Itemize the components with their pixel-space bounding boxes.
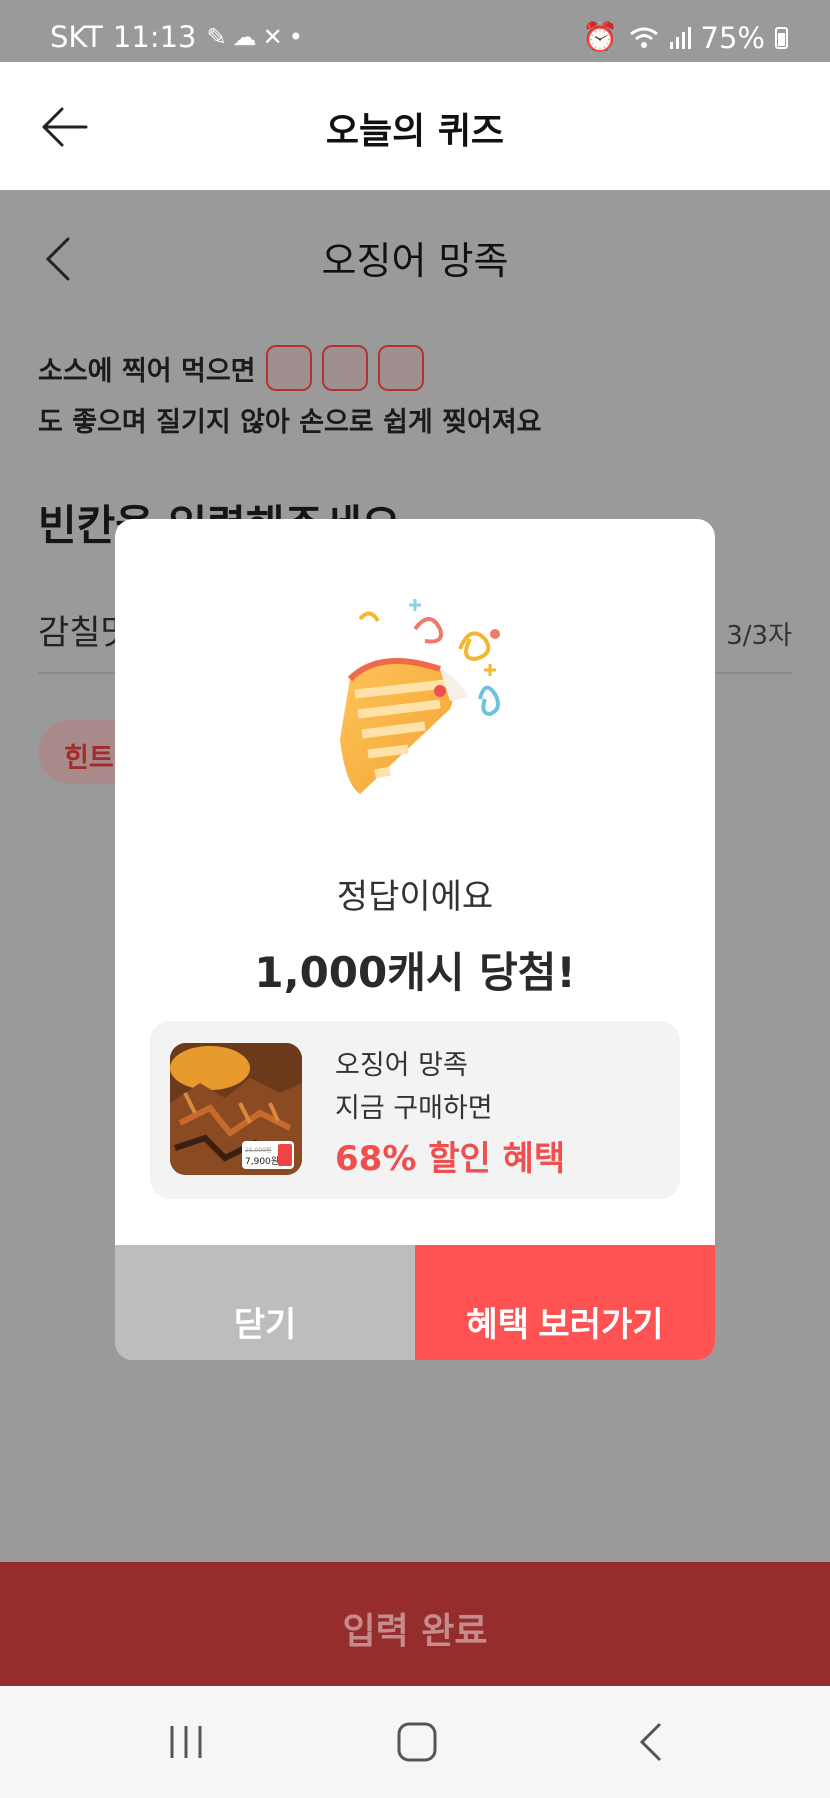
quiz-subheader: 오징어 망족: [0, 190, 830, 320]
question-text-1: 소스에 찍어 먹으면: [38, 355, 256, 387]
product-name: 오징어 망족: [335, 1050, 468, 1081]
status-right: ⏰ 75%: [582, 20, 788, 55]
app-header: 오늘의 퀴즈: [0, 62, 830, 190]
price-tag: 25,000원 7,900원: [242, 1141, 294, 1169]
blank-box-1: [265, 345, 312, 391]
close-button[interactable]: 닫기: [115, 1245, 415, 1360]
party-popper-icon: [340, 599, 501, 794]
status-left: SKT 11:13 ✎ ☁ ✕ •: [50, 20, 303, 54]
home-icon[interactable]: [395, 1720, 439, 1764]
chat-icon: ☁: [232, 23, 257, 51]
alarm-icon: ⏰: [582, 20, 619, 54]
submit-button[interactable]: 입력 완료: [0, 1562, 830, 1686]
blank-box-3: [377, 345, 424, 391]
signal-icon: [669, 26, 691, 49]
mute-icon: ✕: [262, 23, 283, 51]
sale-price: 7,900원: [245, 1157, 280, 1167]
nav-back-icon[interactable]: [630, 1720, 674, 1764]
dot-icon: •: [288, 23, 303, 51]
system-nav-bar: [0, 1686, 830, 1798]
notification-icon: ✎: [206, 23, 227, 51]
view-benefit-button[interactable]: 혜택 보러가기: [415, 1245, 715, 1360]
blank-box-2: [321, 345, 368, 391]
quiz-subtitle: 오징어 망족: [321, 239, 509, 283]
clock: 11:13: [112, 20, 197, 54]
result-message: 정답이에요: [336, 877, 494, 917]
recent-apps-icon[interactable]: [164, 1720, 208, 1764]
char-count: 3/3자: [726, 621, 792, 651]
product-subtext: 지금 구매하면: [335, 1093, 493, 1124]
carrier: SKT: [50, 20, 103, 54]
product-card[interactable]: 25,000원 7,900원 오징어 망족 지금 구매하면 68% 할인 혜택: [150, 1021, 680, 1199]
notification-icons: ✎ ☁ ✕ •: [206, 23, 302, 51]
discount-benefit: 68% 할인 혜택: [335, 1139, 566, 1179]
result-modal: 정답이에요 1,000캐시 당첨! 25,000원 7,900원 오징어 망족 …: [115, 519, 715, 1360]
sale-badge-icon: [278, 1144, 292, 1166]
product-image: 25,000원 7,900원: [170, 1043, 302, 1175]
battery-percent: 75%: [700, 20, 765, 55]
page-title: 오늘의 퀴즈: [325, 111, 505, 152]
prize-message: 1,000캐시 당첨!: [254, 948, 576, 997]
question-line-1: 소스에 찍어 먹으면: [38, 345, 424, 391]
battery-icon: [775, 26, 788, 49]
original-price: 25,000원: [245, 1147, 272, 1154]
status-bar: SKT 11:13 ✎ ☁ ✕ • ⏰ 75%: [0, 0, 830, 62]
question-text-2: 도 좋으며 질기지 않아 손으로 쉽게 찢어져요: [38, 407, 542, 438]
wifi-icon: [629, 27, 658, 48]
